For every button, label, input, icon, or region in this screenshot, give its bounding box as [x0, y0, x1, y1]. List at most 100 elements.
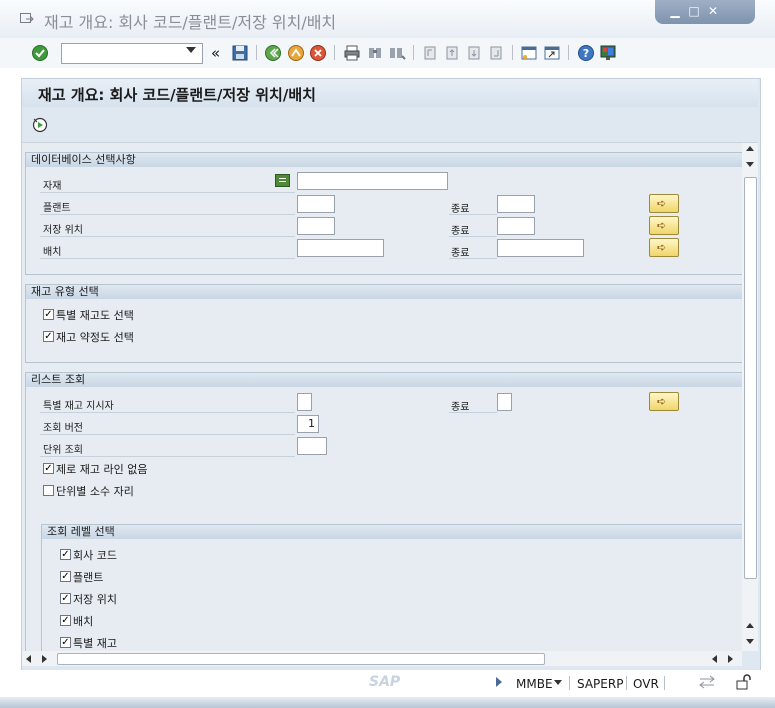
- lock-icon[interactable]: [734, 673, 752, 691]
- level-batch-checkbox[interactable]: ✓: [60, 615, 71, 626]
- next-page-icon[interactable]: [465, 44, 483, 62]
- print-icon[interactable]: [343, 44, 361, 62]
- level-company-code-checkbox[interactable]: ✓: [60, 549, 71, 560]
- arrow-right-icon: ➪: [657, 395, 667, 408]
- special-stock-indicator-from-input[interactable]: [297, 393, 312, 411]
- scroll-right-page-icon[interactable]: [42, 655, 47, 663]
- unit-display-input[interactable]: [297, 437, 327, 455]
- level-storage-location-label: 저장 위치: [73, 593, 117, 606]
- horizontal-scrollbar[interactable]: [22, 651, 742, 666]
- db-selection-group: 데이터베이스 선택사항 자재 플랜트 종료 ➪ 저장 위치 종료 ➪ 배치 종료…: [25, 152, 742, 275]
- special-stock-indicator-label: 특별 재고 지시자: [43, 401, 114, 412]
- consignment-checkbox[interactable]: ✓: [43, 331, 54, 342]
- scroll-up-icon[interactable]: [746, 146, 754, 151]
- plant-multiple-selection-button[interactable]: ➪: [649, 194, 679, 213]
- window-title: 재고 개요: 회사 코드/플랜트/저장 위치/배치: [44, 13, 337, 32]
- batch-to-input[interactable]: [497, 239, 584, 257]
- level-plant-label: 플랜트: [73, 571, 104, 584]
- layout-menu-icon[interactable]: [599, 44, 617, 62]
- special-stock-label: 특별 재고도 선택: [56, 309, 134, 322]
- storage-location-label: 저장 위치: [43, 225, 83, 236]
- storage-location-multiple-selection-button[interactable]: ➪: [649, 216, 679, 235]
- execute-icon[interactable]: [31, 116, 49, 134]
- unit-display-label: 단위 조회: [43, 445, 83, 456]
- window-controls: ▁ □ ✕: [655, 0, 755, 24]
- status-separator: [626, 676, 627, 690]
- help-icon[interactable]: ?: [577, 44, 595, 62]
- label-underline: [449, 412, 497, 413]
- window-menu-icon[interactable]: [20, 13, 34, 24]
- batch-label: 배치: [43, 247, 62, 258]
- back-icon[interactable]: [264, 44, 282, 62]
- no-zero-stock-lines-checkbox[interactable]: ✓: [43, 463, 54, 474]
- scroll-thumb[interactable]: [57, 653, 545, 665]
- level-storage-location-checkbox[interactable]: ✓: [60, 593, 71, 604]
- toolbar-separator: [334, 45, 335, 60]
- status-separator: [569, 676, 570, 690]
- label-underline: [449, 236, 497, 237]
- new-session-icon[interactable]: [520, 44, 538, 62]
- find-icon[interactable]: [366, 44, 384, 62]
- special-stock-indicator-multiple-selection-button[interactable]: ➪: [649, 392, 679, 411]
- scroll-down-page-icon[interactable]: [746, 162, 754, 167]
- toolbar-separator: [568, 45, 569, 60]
- shortcut-icon[interactable]: [543, 44, 561, 62]
- decimal-places-checkbox[interactable]: [43, 485, 54, 496]
- last-page-icon[interactable]: [487, 44, 505, 62]
- batch-multiple-selection-button[interactable]: ➪: [649, 238, 679, 257]
- label-underline: [40, 434, 295, 435]
- enter-icon[interactable]: [31, 44, 49, 62]
- status-expand-icon[interactable]: [496, 677, 502, 687]
- storage-location-from-input[interactable]: [297, 217, 335, 235]
- material-input[interactable]: [297, 172, 448, 190]
- scroll-up-page-icon[interactable]: [746, 623, 754, 628]
- level-special-stock-checkbox[interactable]: ✓: [60, 637, 71, 648]
- label-underline: [40, 192, 295, 193]
- batch-from-input[interactable]: [297, 239, 384, 257]
- multiple-selection-active-icon[interactable]: [275, 174, 290, 187]
- first-page-icon[interactable]: [421, 44, 439, 62]
- command-history-button[interactable]: «: [211, 44, 220, 62]
- find-next-icon[interactable]: [388, 44, 406, 62]
- scroll-left-page-icon[interactable]: [712, 655, 717, 663]
- toolbar-separator: [256, 45, 257, 60]
- save-icon[interactable]: [231, 44, 249, 62]
- exit-icon[interactable]: [287, 44, 305, 62]
- group-header: 데이터베이스 선택사항: [26, 152, 742, 167]
- group-header: 재고 유형 선택: [26, 284, 742, 299]
- chevron-down-icon[interactable]: [554, 680, 562, 685]
- special-stock-indicator-to-input[interactable]: [497, 393, 512, 411]
- plant-to-input[interactable]: [497, 195, 535, 213]
- minimize-button[interactable]: ▁: [667, 3, 683, 19]
- close-button[interactable]: ✕: [705, 3, 721, 19]
- special-stock-checkbox[interactable]: ✓: [43, 309, 54, 320]
- prev-page-icon[interactable]: [443, 44, 461, 62]
- scroll-right-icon[interactable]: [728, 655, 733, 663]
- special-stock-indicator-to-label: 종료: [451, 402, 470, 413]
- command-field[interactable]: [61, 43, 203, 64]
- scroll-down-icon[interactable]: [746, 639, 754, 644]
- plant-label: 플랜트: [43, 203, 71, 214]
- consignment-label: 재고 약정도 선택: [56, 331, 134, 344]
- storage-location-to-input[interactable]: [497, 217, 535, 235]
- chevron-down-icon[interactable]: [186, 47, 196, 53]
- toolbar-separator: [413, 45, 414, 60]
- window-bottom-edge: [0, 697, 775, 708]
- connection-icon: [699, 675, 715, 689]
- cancel-icon[interactable]: [309, 44, 327, 62]
- maximize-button[interactable]: □: [686, 3, 702, 19]
- scroll-left-icon[interactable]: [26, 655, 31, 663]
- group-header: 리스트 조회: [26, 372, 742, 387]
- insert-mode[interactable]: OVR: [633, 677, 659, 691]
- status-separator: [664, 676, 665, 690]
- level-batch-label: 배치: [73, 615, 94, 628]
- level-special-stock-label: 특별 재고: [73, 637, 117, 650]
- plant-from-input[interactable]: [297, 195, 335, 213]
- stock-type-group: 재고 유형 선택 ✓ 특별 재고도 선택 ✓ 재고 약정도 선택: [25, 284, 742, 363]
- vertical-scrollbar[interactable]: [742, 143, 758, 651]
- batch-to-label: 종료: [451, 248, 470, 259]
- level-plant-checkbox[interactable]: ✓: [60, 571, 71, 582]
- display-version-input[interactable]: 1: [297, 415, 319, 433]
- scroll-thumb[interactable]: [744, 177, 757, 579]
- label-underline: [40, 214, 295, 215]
